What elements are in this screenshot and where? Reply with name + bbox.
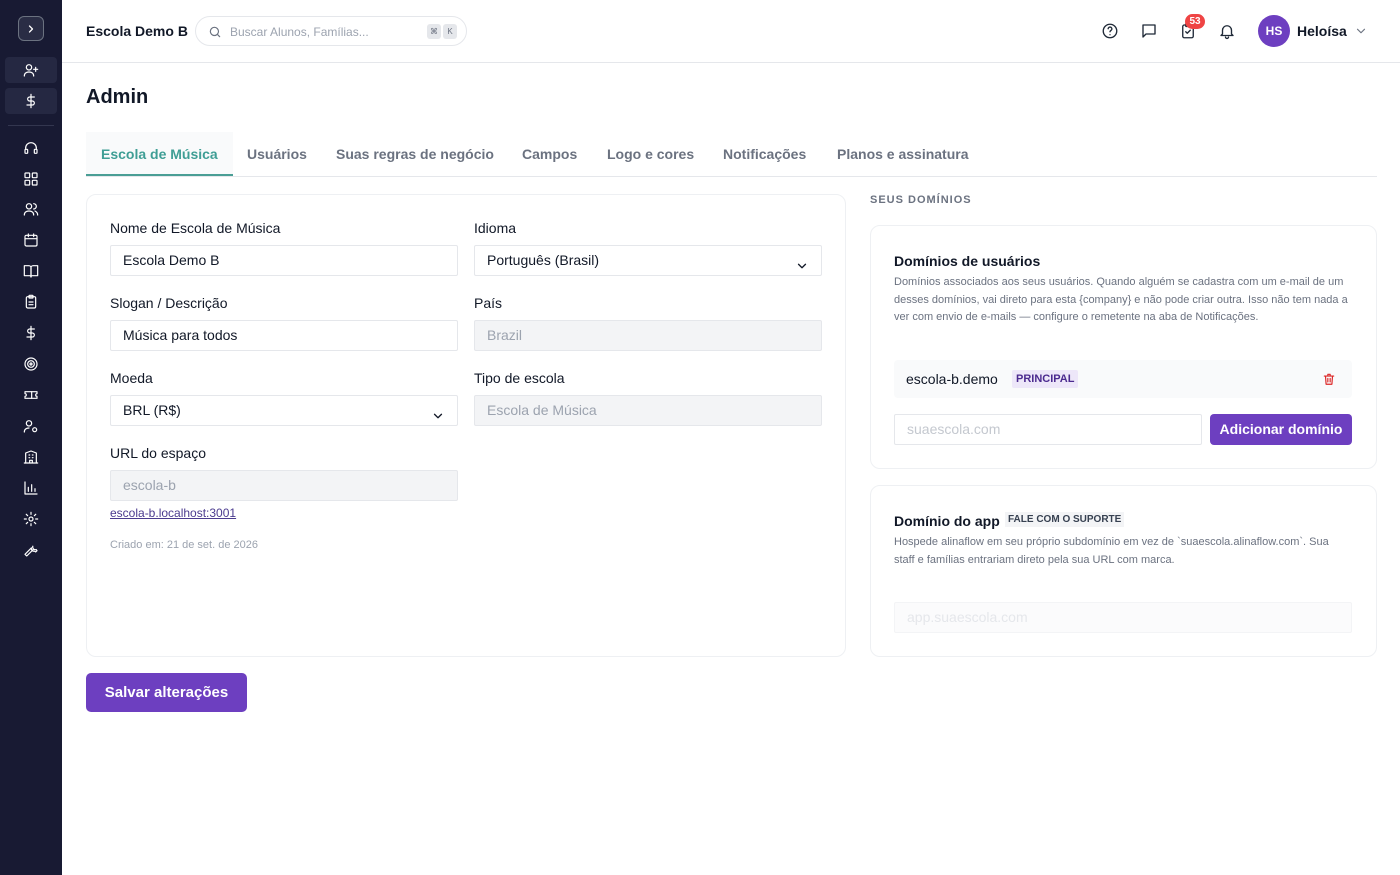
user-menu-chevron[interactable] [1354, 24, 1368, 38]
sidebar [0, 0, 62, 875]
school-name-field[interactable]: Escola Demo B [110, 245, 458, 276]
shortcut-key-command: ⌘ [427, 24, 441, 39]
user-domains-description: Domínios associados aos seus usuários. Q… [894, 276, 1348, 323]
slogan-label: Slogan / Descrição [110, 295, 228, 311]
app-domain-description: Hospede alinaflow em seu próprio subdomí… [894, 536, 1329, 566]
school-type-label: Tipo de escola [474, 370, 565, 386]
sidebar-item-tickets[interactable] [5, 382, 57, 408]
shortcut-key-k: K [443, 24, 457, 39]
tab-plans[interactable]: Planos e assinatura [822, 132, 984, 176]
primary-badge: PRINCIPAL [1012, 370, 1079, 388]
sidebar-item-tools[interactable] [5, 537, 57, 563]
clipboard-icon [25, 294, 37, 309]
sidebar-item-calendar[interactable] [5, 227, 57, 253]
user-cog-icon [23, 420, 38, 433]
country-field: Brazil [474, 320, 822, 351]
notifications-button[interactable] [1217, 21, 1237, 41]
language-select[interactable]: Português (Brasil) [474, 245, 822, 276]
created-date: Criado em: 21 de set. de 2026 [110, 539, 258, 551]
space-url-link[interactable]: escola-b.localhost:3001 [110, 506, 236, 520]
sidebar-item-payments[interactable] [5, 88, 57, 114]
chevron-down-icon [431, 404, 445, 419]
search-placeholder: Buscar Alunos, Famílias... [230, 25, 369, 39]
currency-select[interactable]: BRL (R$) [110, 395, 458, 426]
grid-icon [24, 172, 38, 186]
users-icon [23, 203, 39, 216]
app-domain-title: Domínio do app [894, 513, 1000, 529]
sidebar-item-settings[interactable] [5, 506, 57, 532]
sidebar-item-reports[interactable] [5, 475, 57, 501]
target-icon [24, 357, 38, 371]
dollar-icon [26, 325, 35, 341]
save-button[interactable]: Salvar alterações [86, 673, 247, 712]
delete-domain-button[interactable] [1322, 372, 1336, 386]
gear-icon [23, 511, 39, 527]
building-icon [23, 450, 39, 464]
tab-fields[interactable]: Campos [507, 132, 592, 176]
sidebar-item-rooms[interactable] [5, 444, 57, 470]
sidebar-item-tasks[interactable] [5, 289, 57, 315]
messages-button[interactable] [1139, 21, 1159, 41]
sidebar-item-new-student[interactable] [5, 57, 57, 83]
ticket-icon [24, 391, 38, 399]
slogan-field[interactable]: Música para todos [110, 320, 458, 351]
domains-section-heading: SEUS DOMÍNIOS [870, 194, 972, 206]
user-plus-icon [23, 64, 39, 77]
language-value: Português (Brasil) [487, 252, 600, 268]
contact-support-badge: FALE COM O SUPORTE [1005, 512, 1125, 527]
tab-notifications[interactable]: Notificações [708, 132, 821, 176]
dollar-icon [26, 93, 35, 109]
sidebar-item-staff[interactable] [5, 413, 57, 439]
calendar-icon [24, 233, 38, 247]
sidebar-item-support[interactable] [5, 135, 57, 161]
chat-icon [1142, 24, 1156, 38]
space-url-field: escola-b [110, 470, 458, 501]
domain-name: escola-b.demo [906, 371, 998, 387]
avatar[interactable]: HS [1258, 15, 1290, 47]
currency-value: BRL (R$) [123, 402, 181, 418]
tab-logo-colors[interactable]: Logo e cores [592, 132, 709, 176]
new-domain-input[interactable]: suaescola.com [894, 414, 1202, 445]
bell-icon [1220, 25, 1234, 40]
trash-icon [1323, 373, 1335, 385]
tab-business-rules[interactable]: Suas regras de negócio [321, 132, 509, 176]
domain-list-item: escola-b.demo PRINCIPAL [894, 360, 1352, 398]
search-icon [209, 26, 221, 38]
bar-chart-icon [24, 481, 38, 495]
add-domain-button[interactable]: Adicionar domínio [1210, 414, 1352, 445]
page-title: Admin [86, 86, 149, 108]
school-name: Escola Demo B [86, 23, 188, 39]
currency-label: Moeda [110, 370, 153, 386]
country-label: País [474, 295, 503, 311]
wrench-icon [24, 545, 38, 557]
tab-music-school[interactable]: Escola de Música [86, 132, 233, 176]
headset-icon [24, 142, 38, 154]
language-label: Idioma [474, 220, 517, 236]
search-input[interactable]: Buscar Alunos, Famílias... ⌘ K [195, 16, 467, 46]
book-icon [23, 265, 39, 278]
user-name[interactable]: Heloísa [1297, 23, 1347, 39]
school-name-label: Nome de Escola de Música [110, 220, 281, 236]
tab-bar: Escola de Música Usuários Suas regras de… [86, 132, 1377, 177]
sidebar-item-dashboard[interactable] [5, 166, 57, 192]
help-button[interactable] [1100, 21, 1120, 41]
school-type-field: Escola de Música [474, 395, 822, 426]
chevron-down-icon [1356, 28, 1366, 34]
chevron-right-icon [28, 24, 34, 33]
sidebar-item-people[interactable] [5, 196, 57, 222]
user-domains-title: Domínios de usuários [894, 253, 1041, 269]
tab-users[interactable]: Usuários [232, 132, 322, 176]
tasks-count-badge: 53 [1185, 14, 1205, 29]
sidebar-item-lessons[interactable] [5, 258, 57, 284]
chevron-down-icon [795, 254, 809, 269]
space-url-label: URL do espaço [110, 445, 206, 461]
sidebar-item-finance[interactable] [5, 320, 57, 346]
sidebar-item-goals[interactable] [5, 351, 57, 377]
top-header: Escola Demo B Buscar Alunos, Famílias...… [62, 0, 1400, 63]
app-domain-input: app.suaescola.com [894, 602, 1352, 633]
sidebar-toggle-button[interactable] [18, 16, 44, 41]
sidebar-divider [8, 125, 54, 126]
help-icon [1102, 23, 1118, 39]
